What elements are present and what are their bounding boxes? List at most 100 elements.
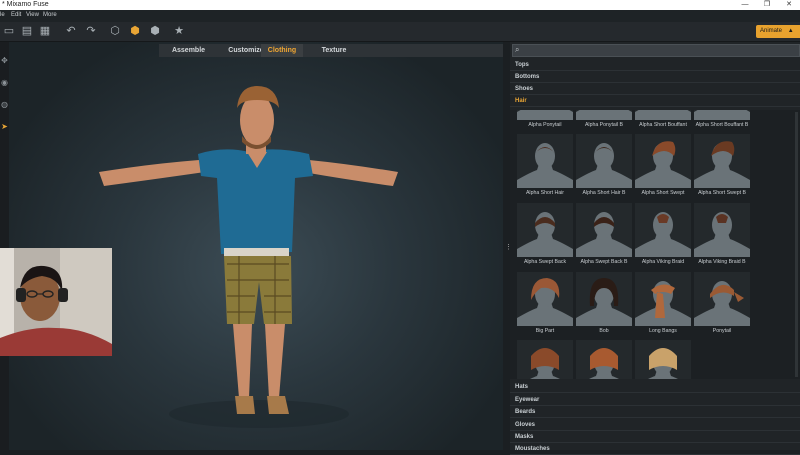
category-hats[interactable]: Hats: [510, 381, 800, 393]
upload-icon: ▲: [787, 28, 794, 34]
hair-item-label: Big Part: [535, 328, 555, 334]
hair-item[interactable]: Alpha Short Swept: [635, 134, 691, 200]
animate-button[interactable]: Animate ▲: [756, 25, 800, 38]
hair-item-label: Alpha Swept Back B: [580, 259, 628, 265]
category-eyewear[interactable]: Eyewear: [510, 394, 800, 406]
grid-scrollbar[interactable]: [795, 112, 798, 377]
hair-item[interactable]: Ponytail: [694, 272, 750, 338]
menu-view[interactable]: View: [26, 12, 39, 18]
left-toolbar: ✥ ◉ ◍ ➤: [0, 42, 9, 450]
hair-thumbnail: [576, 203, 632, 257]
search-field[interactable]: [525, 45, 799, 57]
hair-item[interactable]: Alpha Short Bouffant: [635, 110, 691, 132]
maximize-button[interactable]: ❐: [756, 0, 778, 10]
select-cursor-icon[interactable]: ➤: [0, 122, 9, 132]
hair-item-label: Alpha Short Swept B: [698, 190, 746, 196]
hair-thumbnail: [576, 340, 632, 379]
orbit-tool-icon[interactable]: ◍: [0, 100, 9, 110]
menu-bar: le Edit View More: [0, 10, 800, 22]
hair-item[interactable]: Big Part: [517, 272, 573, 338]
hair-item[interactable]: Bob: [576, 272, 632, 338]
hair-item-label: Long Bangs: [649, 328, 677, 334]
hair-thumbnail: [635, 110, 691, 120]
hair-item-label: Bob: [599, 328, 609, 334]
undo-icon[interactable]: ↶: [64, 24, 78, 38]
clothing-library-panel: ⌕ Tops Bottoms Shoes Hair Alpha Ponytail…: [510, 42, 800, 455]
hair-thumbnail: [517, 272, 573, 326]
hair-thumbnail: [576, 110, 632, 120]
hair-item[interactable]: Alpha Viking Braid: [635, 203, 691, 269]
hair-item[interactable]: Alpha Short Hair: [517, 134, 573, 200]
open-file-icon[interactable]: ▤: [20, 24, 34, 38]
category-beards[interactable]: Beards: [510, 406, 800, 418]
hair-thumbnail: [635, 340, 691, 379]
hair-thumbnail: [635, 203, 691, 257]
hair-item[interactable]: [576, 340, 632, 379]
hair-item-label: Alpha Ponytail B: [584, 122, 624, 128]
hair-grid: Alpha Ponytail Alpha Ponytail B Alpha Shor…: [510, 110, 800, 379]
close-button[interactable]: ✕: [778, 0, 800, 10]
hair-thumbnail: [635, 134, 691, 188]
hair-item-label: Alpha Viking Braid: [641, 259, 685, 265]
hair-thumbnail: [694, 272, 750, 326]
hair-thumbnail: [694, 134, 750, 188]
hair-item[interactable]: Alpha Ponytail B: [576, 110, 632, 132]
redo-icon[interactable]: ↷: [84, 24, 98, 38]
hair-thumbnail: [517, 134, 573, 188]
webcam-overlay: [0, 248, 112, 356]
hair-thumbnail: [517, 110, 573, 120]
toolbar: ▭ ▤ ▦ ↶ ↷ ⬡ ⬢ ⬢ ★ Animate ▲: [0, 22, 800, 42]
hair-item[interactable]: Alpha Short Swept B: [694, 134, 750, 200]
category-bottoms[interactable]: Bottoms: [510, 71, 800, 83]
new-file-icon[interactable]: ▭: [2, 24, 16, 38]
hair-item-label: Alpha Short Hair: [525, 190, 565, 196]
character-model[interactable]: [9, 42, 503, 450]
hair-item[interactable]: [635, 340, 691, 379]
hair-item[interactable]: Alpha Viking Braid B: [694, 203, 750, 269]
search-input[interactable]: ⌕: [512, 44, 800, 57]
move-tool-icon[interactable]: ✥: [0, 56, 9, 66]
category-hair[interactable]: Hair: [510, 95, 800, 107]
wireframe-cube-icon[interactable]: ⬡: [108, 24, 122, 38]
hair-item[interactable]: Alpha Short Bouffant B: [694, 110, 750, 132]
hair-item-label: Alpha Short Bouffant: [639, 122, 687, 128]
hair-item[interactable]: Long Bangs: [635, 272, 691, 338]
star-icon[interactable]: ★: [172, 24, 186, 38]
save-icon[interactable]: ▦: [38, 24, 52, 38]
hair-thumbnail: [576, 272, 632, 326]
search-icon: ⌕: [515, 45, 520, 54]
hair-thumbnail: [576, 134, 632, 188]
hair-thumbnail: [635, 272, 691, 326]
hair-thumbnail: [517, 203, 573, 257]
hair-thumbnail: [694, 203, 750, 257]
hair-thumbnail: [694, 110, 750, 120]
hair-item[interactable]: Alpha Short Hair B: [576, 134, 632, 200]
hair-thumbnail: [517, 340, 573, 379]
rotate-tool-icon[interactable]: ◉: [0, 78, 9, 88]
hair-item[interactable]: Alpha Ponytail: [517, 110, 573, 132]
menu-edit[interactable]: Edit: [11, 12, 21, 18]
title-bar: * Mixamo Fuse — ❐ ✕: [0, 0, 800, 10]
textured-cube-icon[interactable]: ⬢: [148, 24, 162, 38]
hair-item-label: Alpha Short Bouffant B: [695, 122, 749, 128]
hair-item[interactable]: [517, 340, 573, 379]
solid-cube-icon[interactable]: ⬢: [128, 24, 142, 38]
window-title: * Mixamo Fuse: [2, 1, 49, 8]
3d-viewport[interactable]: Assemble Customize Clothing Texture Y X: [9, 42, 503, 450]
menu-more[interactable]: More: [43, 12, 57, 18]
hair-item[interactable]: Alpha Swept Back: [517, 203, 573, 269]
category-masks[interactable]: Masks: [510, 431, 800, 443]
category-shoes[interactable]: Shoes: [510, 83, 800, 95]
hair-item-label: Alpha Viking Braid B: [698, 259, 746, 265]
webcam-person-image: [0, 248, 112, 356]
hair-item-label: Ponytail: [712, 328, 732, 334]
hair-item[interactable]: Alpha Swept Back B: [576, 203, 632, 269]
category-moustaches[interactable]: Moustaches: [510, 443, 800, 455]
hair-item-label: Alpha Short Swept: [641, 190, 685, 196]
hair-item-label: Alpha Swept Back: [523, 259, 567, 265]
menu-file[interactable]: le: [0, 12, 5, 18]
category-gloves[interactable]: Gloves: [510, 419, 800, 431]
category-tops[interactable]: Tops: [510, 59, 800, 71]
hair-item-label: Alpha Short Hair B: [582, 190, 626, 196]
minimize-button[interactable]: —: [734, 0, 756, 10]
